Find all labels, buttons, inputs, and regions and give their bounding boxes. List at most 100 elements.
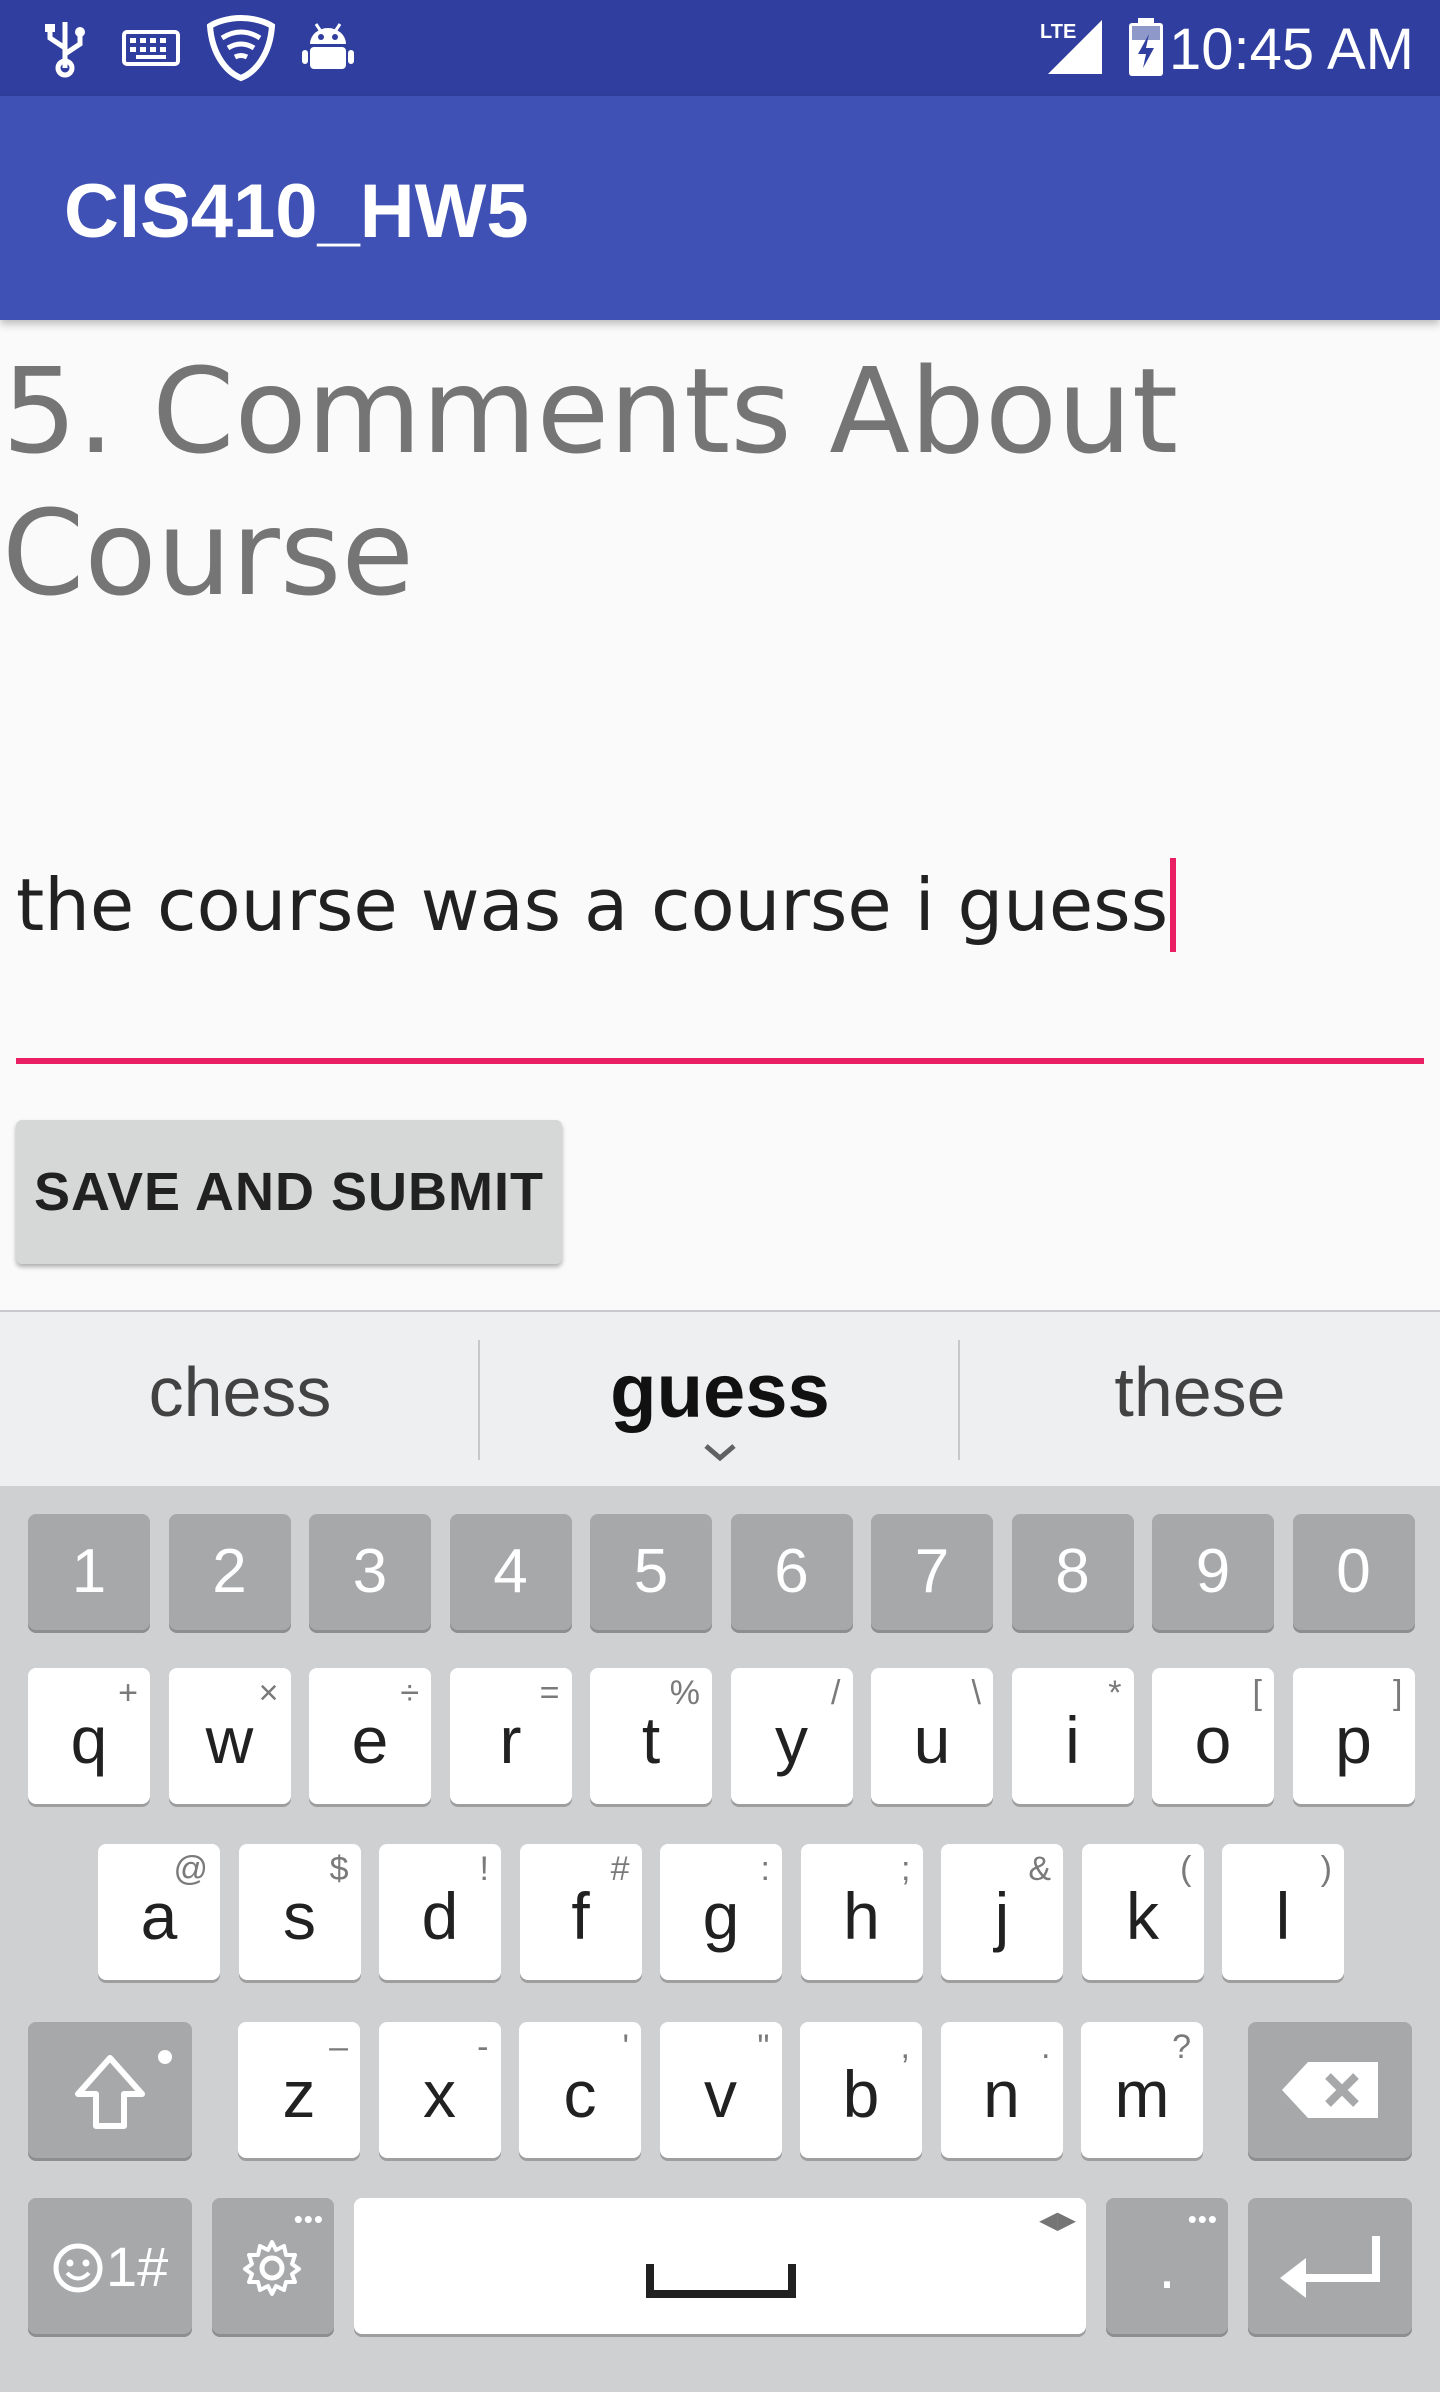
key-secondary-label: #	[610, 1850, 630, 1888]
key-label: 2	[212, 1537, 247, 1606]
key-t[interactable]: t%	[590, 1668, 712, 1804]
key-b[interactable]: b,	[800, 2022, 922, 2158]
key-i[interactable]: i *	[1011, 1668, 1134, 1804]
vpn-shield-icon	[206, 14, 276, 87]
keyboard-icon	[122, 30, 180, 71]
key-o[interactable]: o[	[1152, 1668, 1274, 1804]
shift-key[interactable]	[28, 2022, 192, 2158]
comment-text[interactable]: the course was a course i guess	[16, 858, 1177, 952]
key-8[interactable]: 8	[1011, 1514, 1134, 1630]
key-secondary-label: ÷	[400, 1674, 419, 1712]
status-bar: LTE 10:45 AM	[0, 0, 1440, 96]
key-c[interactable]: c '	[519, 2022, 641, 2158]
key-m[interactable]: m?	[1081, 2022, 1203, 2158]
key-z[interactable]: z –	[238, 2022, 360, 2158]
enter-icon	[1280, 2236, 1380, 2298]
settings-key[interactable]: •••	[212, 2198, 334, 2334]
key-secondary-label: ;	[901, 1850, 911, 1888]
key-h[interactable]: h;	[800, 1844, 923, 1980]
key-e[interactable]: e ÷	[309, 1668, 431, 1804]
suggestion-1[interactable]: chess	[0, 1352, 480, 1432]
key-secondary-label: \	[971, 1674, 981, 1712]
key-p[interactable]: p]	[1292, 1668, 1415, 1804]
key-secondary-label: .	[1041, 2028, 1051, 2066]
key-a[interactable]: a @	[98, 1844, 220, 1980]
key-5[interactable]: 5	[590, 1514, 712, 1630]
key-label: q	[70, 1703, 108, 1777]
suggestion-2[interactable]: guess	[480, 1348, 960, 1435]
key-label: 1	[71, 1537, 107, 1606]
key-9[interactable]: 9	[1152, 1514, 1274, 1630]
space-icon	[646, 2264, 796, 2298]
key-g[interactable]: g:	[660, 1844, 782, 1980]
key-label: 8	[1055, 1537, 1090, 1606]
android-debug-icon	[300, 20, 356, 81]
key-d[interactable]: d!	[379, 1844, 501, 1980]
key-x[interactable]: x-	[378, 2022, 501, 2158]
symbols-label: 1#	[106, 2235, 169, 2298]
key-6[interactable]: 6	[730, 1514, 853, 1630]
key-label: c	[563, 2057, 597, 2131]
key-secondary-label: *	[1108, 1674, 1122, 1712]
key-label: l	[1275, 1879, 1291, 1953]
key-label: 5	[633, 1537, 669, 1606]
key-label: g	[702, 1879, 740, 1953]
key-s[interactable]: s $	[238, 1844, 361, 1980]
key-label: b	[842, 2057, 880, 2131]
key-label: 9	[1195, 1537, 1231, 1606]
key-1[interactable]: 1	[28, 1514, 150, 1630]
key-r[interactable]: r =	[449, 1668, 572, 1804]
key-secondary-label: )	[1320, 1850, 1332, 1888]
key-label: v	[704, 2057, 737, 2131]
suggestion-3[interactable]: these	[960, 1352, 1440, 1432]
soft-keyboard: chess guess these 1 2 3 4 5 6 7 8 9 0 q + w × e ÷ r = t% y /…	[0, 1310, 1440, 2392]
key-secondary-label: [	[1252, 1674, 1262, 1712]
key-f[interactable]: f #	[519, 1844, 642, 1980]
key-v[interactable]: v "	[659, 2022, 782, 2158]
key-j[interactable]: j &	[941, 1844, 1063, 1980]
key-0[interactable]: 0	[1292, 1514, 1415, 1630]
key-label: s	[283, 1879, 316, 1953]
key-7[interactable]: 7	[871, 1514, 993, 1630]
key-k[interactable]: k(	[1081, 1844, 1204, 1980]
key-3[interactable]: 3	[309, 1514, 431, 1630]
key-secondary-label: =	[539, 1674, 560, 1712]
lte-signal-icon: LTE	[1040, 16, 1104, 81]
more-options-icon: •••	[293, 2204, 324, 2234]
status-time: 10:45 AM	[1168, 17, 1414, 82]
enter-key[interactable]	[1248, 2198, 1412, 2334]
key-label: n	[983, 2057, 1020, 2131]
key-y[interactable]: y /	[730, 1668, 853, 1804]
suggestion-strip: chess guess these	[0, 1310, 1440, 1486]
key-label: 6	[774, 1537, 809, 1606]
key-secondary-label: /	[831, 1674, 841, 1712]
key-l[interactable]: l)	[1222, 1844, 1344, 1980]
key-label: o	[1194, 1703, 1232, 1777]
usb-icon	[40, 18, 90, 83]
chevron-down-icon[interactable]	[702, 1442, 738, 1469]
shift-indicator-icon	[158, 2050, 172, 2064]
key-label: e	[351, 1703, 389, 1777]
key-4[interactable]: 4	[449, 1514, 572, 1630]
key-secondary-label: (	[1180, 1850, 1192, 1888]
space-bar[interactable]: ◀▶	[354, 2198, 1086, 2334]
question-heading: 5. Comments About Course	[2, 342, 1179, 622]
cursor-arrows-icon: ◀▶	[1039, 2207, 1076, 2234]
save-and-submit-button[interactable]: SAVE AND SUBMIT	[16, 1120, 562, 1264]
key-u[interactable]: u \	[871, 1668, 993, 1804]
text-cursor	[1170, 858, 1177, 952]
key-secondary-label: ,	[900, 2028, 910, 2066]
key-secondary-label: !	[479, 1850, 489, 1888]
key-2[interactable]: 2	[168, 1514, 291, 1630]
key-secondary-label: ×	[258, 1674, 279, 1712]
backspace-key[interactable]	[1248, 2022, 1412, 2158]
key-secondary-label: &	[1028, 1850, 1051, 1888]
key-label: d	[421, 1879, 459, 1953]
key-q[interactable]: q +	[28, 1668, 150, 1804]
period-key[interactable]: . •••	[1106, 2198, 1228, 2334]
key-n[interactable]: n.	[940, 2022, 1063, 2158]
input-underline	[16, 1058, 1424, 1064]
key-w[interactable]: w ×	[168, 1668, 291, 1804]
key-secondary-label: +	[118, 1674, 138, 1712]
emoji-symbols-key[interactable]: 1#	[28, 2198, 192, 2334]
